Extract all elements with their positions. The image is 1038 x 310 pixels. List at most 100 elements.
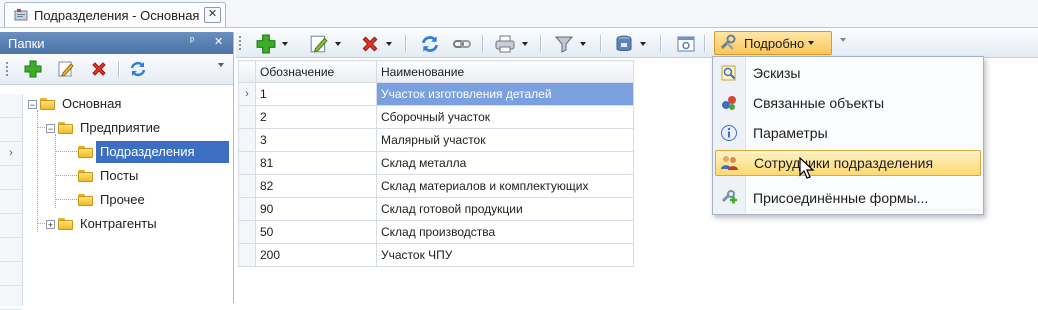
delete-folder-button[interactable] [90,60,108,81]
edit-icon [58,61,74,77]
window-settings-icon [677,36,695,51]
cell-name[interactable]: Сборочный участок [376,105,634,129]
cell-code[interactable]: 3 [255,128,377,152]
tree-line [55,175,77,176]
add-folder-button[interactable] [24,60,42,81]
cell-name[interactable]: Малярный участок [376,128,634,152]
current-row-indicator: › [0,142,22,166]
refresh-folders-button[interactable] [129,60,147,81]
toolbar-separator [704,35,706,52]
close-tab-button[interactable]: ✕ [204,7,221,23]
details-button-label: Подробно [744,35,805,51]
cell-name[interactable]: Участок ЧПУ [376,243,634,267]
toolbar-grip[interactable] [6,62,10,76]
column-header-code[interactable]: Обозначение [255,60,377,83]
table-row[interactable]: 50 Склад производства [238,220,634,244]
cell-code[interactable]: 81 [255,151,377,175]
tree-line [55,151,77,152]
tree-node-osnovnaya[interactable]: − Основная [28,93,127,115]
linked-objects-icon [715,94,743,112]
cell-code[interactable]: 82 [255,174,377,198]
column-header-name[interactable]: Наименование [376,60,634,83]
folders-toolbar [0,54,233,85]
cell-code[interactable]: 1 [255,82,377,106]
toolbar-grip[interactable] [239,36,243,50]
edit-folder-button[interactable] [57,60,75,81]
folders-panel-title: Папки [8,35,45,51]
toolbar-separator [482,35,484,52]
add-button[interactable] [256,33,288,54]
collapse-icon[interactable]: − [28,99,37,109]
filter-button[interactable] [554,33,586,54]
chevron-down-icon [808,41,815,45]
chevron-down-icon[interactable] [522,41,528,46]
row-indicator[interactable] [238,174,256,198]
link-button[interactable] [452,33,472,54]
menu-item-sketches[interactable]: Эскизы [715,60,981,86]
cell-code[interactable]: 2 [255,105,377,129]
employees-icon [716,154,744,172]
cell-code[interactable]: 50 [255,220,377,244]
cell-code[interactable]: 90 [255,197,377,221]
cell-name[interactable]: Участок изготовления деталей [376,82,634,106]
expand-icon[interactable]: + [46,219,55,229]
menu-item-parameters[interactable]: Параметры [715,120,981,146]
delete-button[interactable] [360,33,392,54]
tree-line [55,199,77,200]
tree-node-prochee[interactable]: Прочее [78,189,151,211]
row-indicator[interactable] [238,151,256,175]
row-indicator[interactable] [238,243,256,267]
refresh-button[interactable] [420,33,440,54]
attached-forms-icon [715,189,743,207]
tree-node-posty[interactable]: Посты [78,165,144,187]
chevron-down-icon[interactable] [640,41,646,46]
chevron-down-icon[interactable] [282,41,288,46]
edit-button[interactable] [309,33,341,54]
toolbar-overflow-icon[interactable] [218,63,224,81]
storage-button[interactable] [614,33,646,54]
chevron-down-icon[interactable] [386,41,392,46]
row-indicator[interactable] [238,220,256,244]
menu-item-unit-employees[interactable]: Сотрудники подразделения [715,150,981,176]
table-row[interactable]: 3 Малярный участок [238,128,634,152]
collapse-icon[interactable]: − [46,123,55,133]
tree-node-label: Основная [62,96,122,111]
toolbar-overflow-icon[interactable] [840,38,846,56]
main-toolbar: Подробно [236,30,1038,58]
refresh-icon [130,61,146,77]
menu-item-linked-objects[interactable]: Связанные объекты [715,90,981,116]
grid-corner [238,60,256,83]
pin-icon[interactable]: ᵖ [190,35,194,47]
chevron-down-icon[interactable] [580,41,586,46]
document-tabstrip: Подразделения - Основная ✕ [0,0,1038,28]
row-indicator[interactable] [238,128,256,152]
cell-name[interactable]: Склад металла [376,151,634,175]
row-indicator[interactable]: › [238,82,256,106]
tree-row-gutter: › [0,94,23,310]
table-row[interactable]: 2 Сборочный участок [238,105,634,129]
table-row[interactable]: 82 Склад материалов и комплектующих [238,174,634,198]
table-row[interactable]: 200 Участок ЧПУ [238,243,634,267]
menu-item-label: Присоединённые формы... [753,190,929,206]
mouse-cursor-icon [799,157,815,179]
row-indicator[interactable] [238,105,256,129]
settings-button[interactable] [676,33,696,54]
details-dropdown-button[interactable]: Подробно [714,31,832,55]
table-row[interactable]: › 1 Участок изготовления деталей [238,82,634,106]
cell-code[interactable]: 200 [255,243,377,267]
document-tab[interactable]: Подразделения - Основная ✕ [4,2,226,27]
tree-node-kontragenty[interactable]: + Контрагенты [46,213,163,235]
row-indicator[interactable] [238,197,256,221]
menu-item-attached-forms[interactable]: Присоединённые формы... [715,185,981,211]
cell-name[interactable]: Склад производства [376,220,634,244]
chevron-down-icon[interactable] [335,41,341,46]
table-row[interactable]: 90 Склад готовой продукции [238,197,634,221]
close-panel-button[interactable]: ✕ [214,35,223,48]
tree-node-predpriyatie[interactable]: − Предприятие [46,117,166,139]
print-button[interactable] [494,33,528,54]
tree-node-podrazdeleniya[interactable]: Подразделения [78,141,229,163]
cell-name[interactable]: Склад материалов и комплектующих [376,174,634,198]
folder-icon [78,194,94,206]
table-row[interactable]: 81 Склад металла [238,151,634,175]
cell-name[interactable]: Склад готовой продукции [376,197,634,221]
